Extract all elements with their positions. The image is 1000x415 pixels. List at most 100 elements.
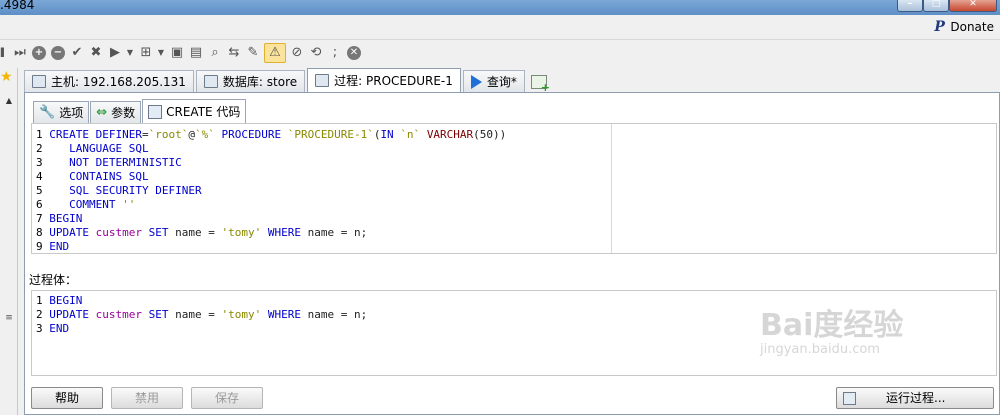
line-text: NOT DETERMINISTIC — [69, 156, 182, 169]
line-text: LANGUAGE SQL — [69, 142, 149, 155]
tab-query-label: 查询* — [486, 75, 517, 89]
tab-procedure-label: 过程: PROCEDURE-1 — [334, 74, 453, 88]
line-text: BEGIN — [49, 294, 83, 307]
paypal-icon: P — [934, 19, 945, 35]
load-file-icon[interactable]: ▤ — [188, 43, 204, 63]
tab-create-code-label: CREATE 代码 — [166, 105, 241, 119]
maximize-button[interactable]: □ — [923, 0, 949, 12]
parameters-icon: ⇔ — [96, 105, 108, 120]
tab-options-label: 选项 — [59, 106, 84, 120]
tab-query[interactable]: 查询* — [462, 70, 525, 92]
query-options-dropdown-icon[interactable]: ▼ — [157, 43, 165, 63]
create-code-lines: 1 CREATE DEFINER=`root`@`%` PROCEDURE `P… — [36, 128, 506, 253]
line-text: END — [49, 322, 70, 335]
procedure-body-label: 过程体： — [29, 273, 78, 287]
line-number: 7 — [36, 212, 50, 225]
cancel-icon[interactable]: ✖ — [88, 43, 104, 63]
search-icon[interactable]: ⌕ — [207, 43, 223, 63]
stop-icon[interactable]: ✕ — [346, 43, 362, 63]
line-number: 6 — [36, 198, 50, 211]
disable-button[interactable]: 禁用 — [111, 387, 183, 409]
apply-icon[interactable]: ✔ — [69, 43, 85, 63]
code-line: 2 LANGUAGE SQL — [36, 142, 506, 156]
tab-parameters[interactable]: ⇔ 参数 — [90, 101, 142, 123]
line-number: 2 — [36, 308, 50, 321]
create-code-editor[interactable]: 1 CREATE DEFINER=`root`@`%` PROCEDURE `P… — [31, 123, 997, 254]
scroll-up-icon[interactable]: ▲ — [3, 96, 15, 108]
left-sidebar: ★ ▲ ≡ — [0, 68, 18, 415]
line-number: 8 — [36, 226, 50, 239]
star-icon[interactable]: ★ — [0, 70, 14, 84]
run-procedure-icon — [843, 391, 856, 405]
wrench-icon: 🔧 — [39, 105, 56, 120]
line-number: 9 — [36, 240, 50, 253]
line-text: SQL SECURITY DEFINER — [69, 184, 202, 197]
code-line: 3 END — [36, 322, 367, 336]
code-line: 1 CREATE DEFINER=`root`@`%` PROCEDURE `P… — [36, 128, 506, 142]
query-options-icon[interactable]: ⊞ — [138, 43, 154, 63]
edit-icon[interactable]: ✎ — [245, 43, 261, 63]
window-titlebar: .4984 – □ ✕ — [0, 0, 1000, 15]
line-number: 3 — [36, 156, 50, 169]
code-line: 2 UPDATE custmer SET name = 'tomy' WHERE… — [36, 308, 367, 322]
line-text: CONTAINS SQL — [69, 170, 149, 183]
refresh-icon[interactable]: ⟲ — [308, 43, 324, 63]
body-code-lines: 1 BEGIN 2 UPDATE custmer SET name = 'tomy… — [36, 294, 367, 336]
donate-button[interactable]: P Donate — [934, 20, 994, 34]
code-line: 9 END — [36, 240, 506, 253]
execute-icon[interactable]: ▶ — [107, 43, 123, 63]
minimize-button[interactable]: – — [897, 0, 923, 12]
first-record-icon[interactable]: ▌ — [0, 43, 8, 63]
tab-create-code[interactable]: CREATE 代码 — [142, 99, 247, 123]
maximize-icon: □ — [931, 0, 941, 9]
procedure-icon — [315, 74, 330, 87]
line-text: UPDATE custmer SET name = 'tomy' WHERE n… — [49, 226, 368, 239]
code-line: 4 CONTAINS SQL — [36, 170, 506, 184]
code-document-icon — [148, 104, 163, 119]
separator-icon[interactable]: ; — [327, 43, 343, 63]
line-number: 4 — [36, 170, 50, 183]
replace-icon[interactable]: ⇆ — [226, 43, 242, 63]
tab-host[interactable]: 主机: 192.168.205.131 — [24, 70, 194, 92]
main-tab-strip: 主机: 192.168.205.131 数据库: store 过程: PROCE… — [24, 68, 550, 94]
toolbar: ▌ ⏭ + − ✔ ✖ ▶ ▼ ⊞ ▼ ▣ ▤ ⌕ ⇆ ✎ ⚠ ⊘ ⟲ ; ✕ — [0, 40, 1000, 65]
null-value-icon[interactable]: ⊘ — [289, 43, 305, 63]
code-line: 3 NOT DETERMINISTIC — [36, 156, 506, 170]
run-procedure-button[interactable]: 运行过程... — [836, 387, 994, 409]
close-icon: ✕ — [969, 0, 977, 9]
splitter-grip-icon[interactable]: ≡ — [4, 313, 14, 323]
save-button[interactable]: 保存 — [191, 387, 263, 409]
save-file-icon[interactable]: ▣ — [169, 43, 185, 63]
code-line: 8 UPDATE custmer SET name = 'tomy' WHERE… — [36, 226, 506, 240]
minimize-icon: – — [907, 0, 913, 9]
tab-database[interactable]: 数据库: store — [195, 70, 306, 92]
remove-record-icon[interactable]: − — [50, 43, 66, 63]
host-icon — [32, 75, 46, 88]
window-title: .4984 — [0, 0, 35, 12]
line-number: 3 — [36, 322, 50, 335]
menu-bar: P Donate — [0, 15, 1000, 40]
line-number: 2 — [36, 142, 50, 155]
line-text: UPDATE custmer SET name = 'tomy' WHERE n… — [49, 308, 368, 321]
tab-host-label: 主机: 192.168.205.131 — [51, 75, 186, 89]
tab-options[interactable]: 🔧 选项 — [33, 101, 90, 123]
close-button[interactable]: ✕ — [949, 0, 997, 12]
warning-icon[interactable]: ⚠ — [264, 42, 286, 63]
procedure-editor-panel: 🔧 选项 ⇔ 参数 CREATE 代码 1 CREATE DEFINER=`ro… — [24, 92, 1000, 415]
new-query-tab-icon[interactable] — [530, 75, 550, 94]
last-record-icon[interactable]: ⏭ — [12, 43, 28, 63]
add-record-icon[interactable]: + — [31, 43, 47, 63]
code-line: 7 BEGIN — [36, 212, 506, 226]
procedure-body-editor[interactable]: 1 BEGIN 2 UPDATE custmer SET name = 'tomy… — [31, 290, 997, 376]
tab-procedure[interactable]: 过程: PROCEDURE-1 — [307, 68, 461, 92]
database-icon — [203, 75, 218, 88]
execute-dropdown-icon[interactable]: ▼ — [126, 43, 134, 63]
query-play-icon — [470, 74, 482, 89]
right-margin-line — [611, 124, 612, 253]
run-procedure-label: 运行过程... — [886, 391, 946, 405]
line-text: CREATE DEFINER=`root`@`%` PROCEDURE `PRO… — [49, 128, 507, 141]
line-number: 1 — [36, 294, 50, 307]
help-button[interactable]: 帮助 — [31, 387, 103, 409]
code-line: 6 COMMENT '' — [36, 198, 506, 212]
tab-database-label: 数据库: store — [222, 75, 298, 89]
